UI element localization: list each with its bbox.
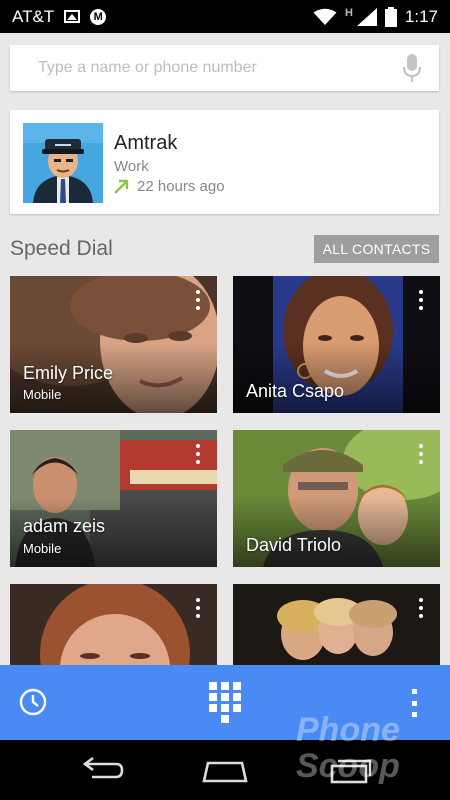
clock: 1:17	[404, 6, 438, 26]
watermark-logo: Phone Scoop	[296, 711, 400, 785]
back-icon[interactable]	[76, 754, 126, 786]
speed-dial-tile-emily-price[interactable]: Emily Price Mobile	[10, 276, 217, 413]
recent-contact-card[interactable]: Amtrak Work 22 hours ago	[10, 110, 439, 214]
dialpad-icon[interactable]	[209, 682, 241, 724]
speed-dial-contact-name: adam zeis	[23, 516, 106, 536]
speed-dial-contact-label: Mobile	[23, 387, 62, 402]
overflow-menu-icon[interactable]	[189, 442, 207, 466]
recent-contact-name: Amtrak	[114, 132, 178, 154]
contact-photo	[23, 123, 103, 203]
signal-icon	[356, 7, 377, 26]
speed-dial-tile-adam-zeis[interactable]: adam zeis Mobile	[10, 430, 217, 567]
contact-photo	[233, 584, 440, 665]
recent-call-time: 22 hours ago	[137, 178, 225, 195]
speed-dial-contact-name: Anita Csapo	[246, 381, 345, 401]
overflow-menu-icon[interactable]	[412, 442, 430, 466]
home-icon[interactable]	[200, 754, 250, 786]
speed-dial-tile[interactable]	[233, 584, 440, 665]
speed-dial-tile-anita-csapo[interactable]: Anita Csapo	[233, 276, 440, 413]
wifi-icon	[313, 8, 337, 25]
recent-contact-phone-type: Work	[114, 158, 149, 175]
microphone-icon[interactable]	[403, 54, 421, 82]
all-contacts-button[interactable]: ALL CONTACTS	[314, 235, 439, 263]
recent-call-info: 22 hours ago	[114, 178, 225, 195]
overflow-menu-icon[interactable]	[189, 596, 207, 620]
history-icon[interactable]	[18, 687, 48, 717]
outgoing-call-arrow-icon	[114, 179, 129, 194]
motorola-icon: M	[90, 8, 107, 25]
speed-dial-contact-name: David Triolo	[246, 535, 342, 555]
speed-dial-contact-label: Mobile	[23, 541, 62, 556]
overflow-menu-icon[interactable]	[412, 288, 430, 312]
carrier-label: AT&T	[12, 6, 55, 26]
image-icon	[64, 10, 81, 23]
overflow-menu-icon[interactable]	[412, 596, 430, 620]
search-bar[interactable]	[10, 45, 439, 91]
speed-dial-tile-david-triolo[interactable]: David Triolo	[233, 430, 440, 567]
contact-photo	[10, 584, 217, 665]
battery-icon	[384, 6, 397, 27]
network-type-label: H	[344, 6, 353, 19]
speed-dial-title: Speed Dial	[10, 237, 113, 260]
speed-dial-tile[interactable]	[10, 584, 217, 665]
search-input[interactable]	[38, 59, 403, 77]
status-bar: AT&T M H 1:17	[0, 0, 450, 33]
speed-dial-contact-name: Emily Price	[23, 363, 114, 383]
overflow-menu-icon[interactable]	[189, 288, 207, 312]
